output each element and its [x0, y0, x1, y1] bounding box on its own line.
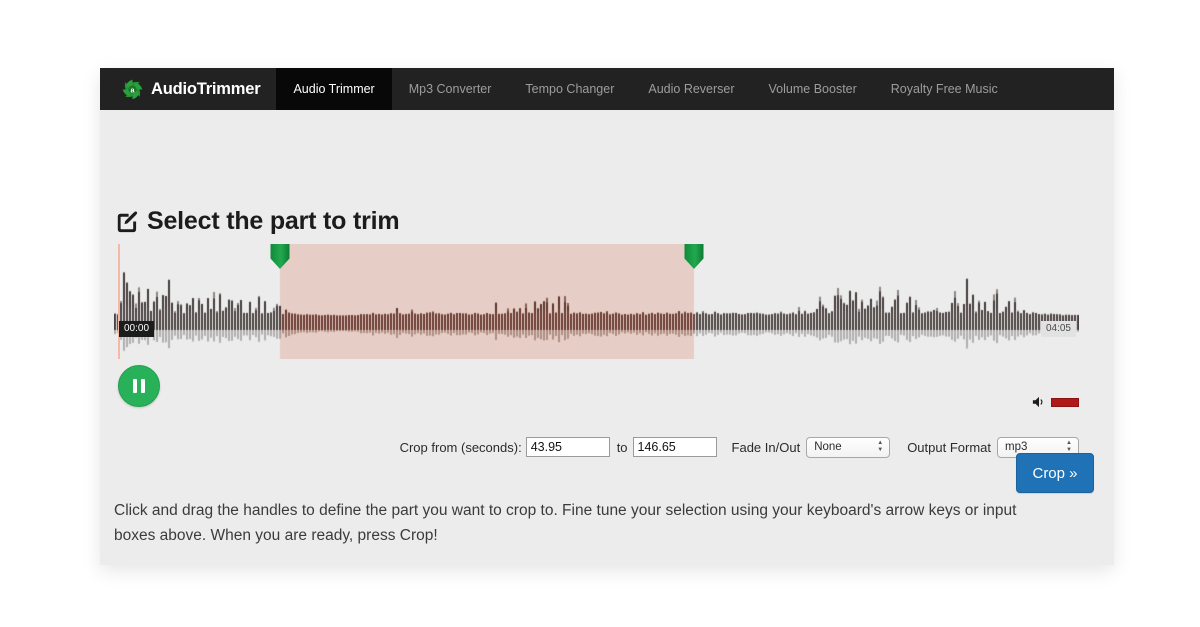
waveform-container[interactable]: 00:00 04:05 — [114, 244, 1079, 359]
fade-select-value: None — [814, 441, 842, 453]
playhead-cursor — [118, 244, 120, 359]
speaker-icon[interactable] — [1032, 395, 1046, 409]
output-format-label: Output Format — [907, 439, 991, 455]
fade-label: Fade In/Out — [731, 439, 801, 455]
pinwheel-logo-icon: a — [122, 79, 143, 100]
pause-icon — [133, 379, 145, 393]
volume-slider[interactable] — [1051, 397, 1079, 407]
nav-item-royalty-free-music[interactable]: Royalty Free Music — [874, 68, 1015, 110]
page-title: Select the part to trim — [114, 207, 400, 236]
crop-to-label: to — [616, 439, 628, 455]
waveform-end-time: 04:05 — [1040, 321, 1076, 337]
crop-controls-row: Crop from (seconds): to Fade In/Out None… — [114, 435, 1079, 459]
format-select-value: mp3 — [1005, 441, 1028, 453]
crop-from-label: Crop from (seconds): — [399, 439, 522, 455]
nav-item-audio-trimmer[interactable]: Audio Trimmer — [276, 68, 392, 110]
nav-item-audio-reverser[interactable]: Audio Reverser — [631, 68, 751, 110]
app-card: a AudioTrimmer Audio Trimmer Mp3 Convert… — [100, 68, 1114, 565]
edit-square-icon — [114, 211, 138, 235]
volume-control[interactable] — [1032, 395, 1079, 409]
crop-button[interactable]: Crop » — [1016, 453, 1094, 493]
top-navbar: a AudioTrimmer Audio Trimmer Mp3 Convert… — [100, 68, 1114, 110]
brand-name: AudioTrimmer — [151, 79, 261, 98]
brand-logo-link[interactable]: a AudioTrimmer — [100, 68, 276, 110]
nav-item-volume-booster[interactable]: Volume Booster — [752, 68, 874, 110]
nav-item-mp3-converter[interactable]: Mp3 Converter — [392, 68, 509, 110]
main-content: Select the part to trim 00:00 04:05 Crop… — [100, 110, 1114, 565]
crop-from-input[interactable] — [525, 437, 610, 457]
fade-in-out-select[interactable]: None ▲ ▼ — [806, 436, 891, 458]
helper-text: Click and drag the handles to define the… — [114, 502, 1017, 544]
chevron-updown-icon: ▲ ▼ — [1066, 440, 1072, 453]
waveform-canvas[interactable] — [114, 244, 1079, 359]
chevron-updown-icon: ▲ ▼ — [877, 440, 884, 453]
nav-item-tempo-changer[interactable]: Tempo Changer — [508, 68, 631, 110]
selection-handle-left[interactable] — [267, 244, 293, 276]
nav-links: Audio Trimmer Mp3 Converter Tempo Change… — [276, 68, 1014, 110]
waveform-start-time: 00:00 — [119, 321, 155, 337]
play-pause-button[interactable] — [118, 365, 160, 407]
page-root: a AudioTrimmer Audio Trimmer Mp3 Convert… — [0, 0, 1200, 627]
page-title-text: Select the part to trim — [147, 207, 400, 235]
transport-row — [114, 365, 1079, 411]
selection-handle-right[interactable] — [681, 244, 707, 276]
crop-to-input[interactable] — [632, 437, 717, 457]
